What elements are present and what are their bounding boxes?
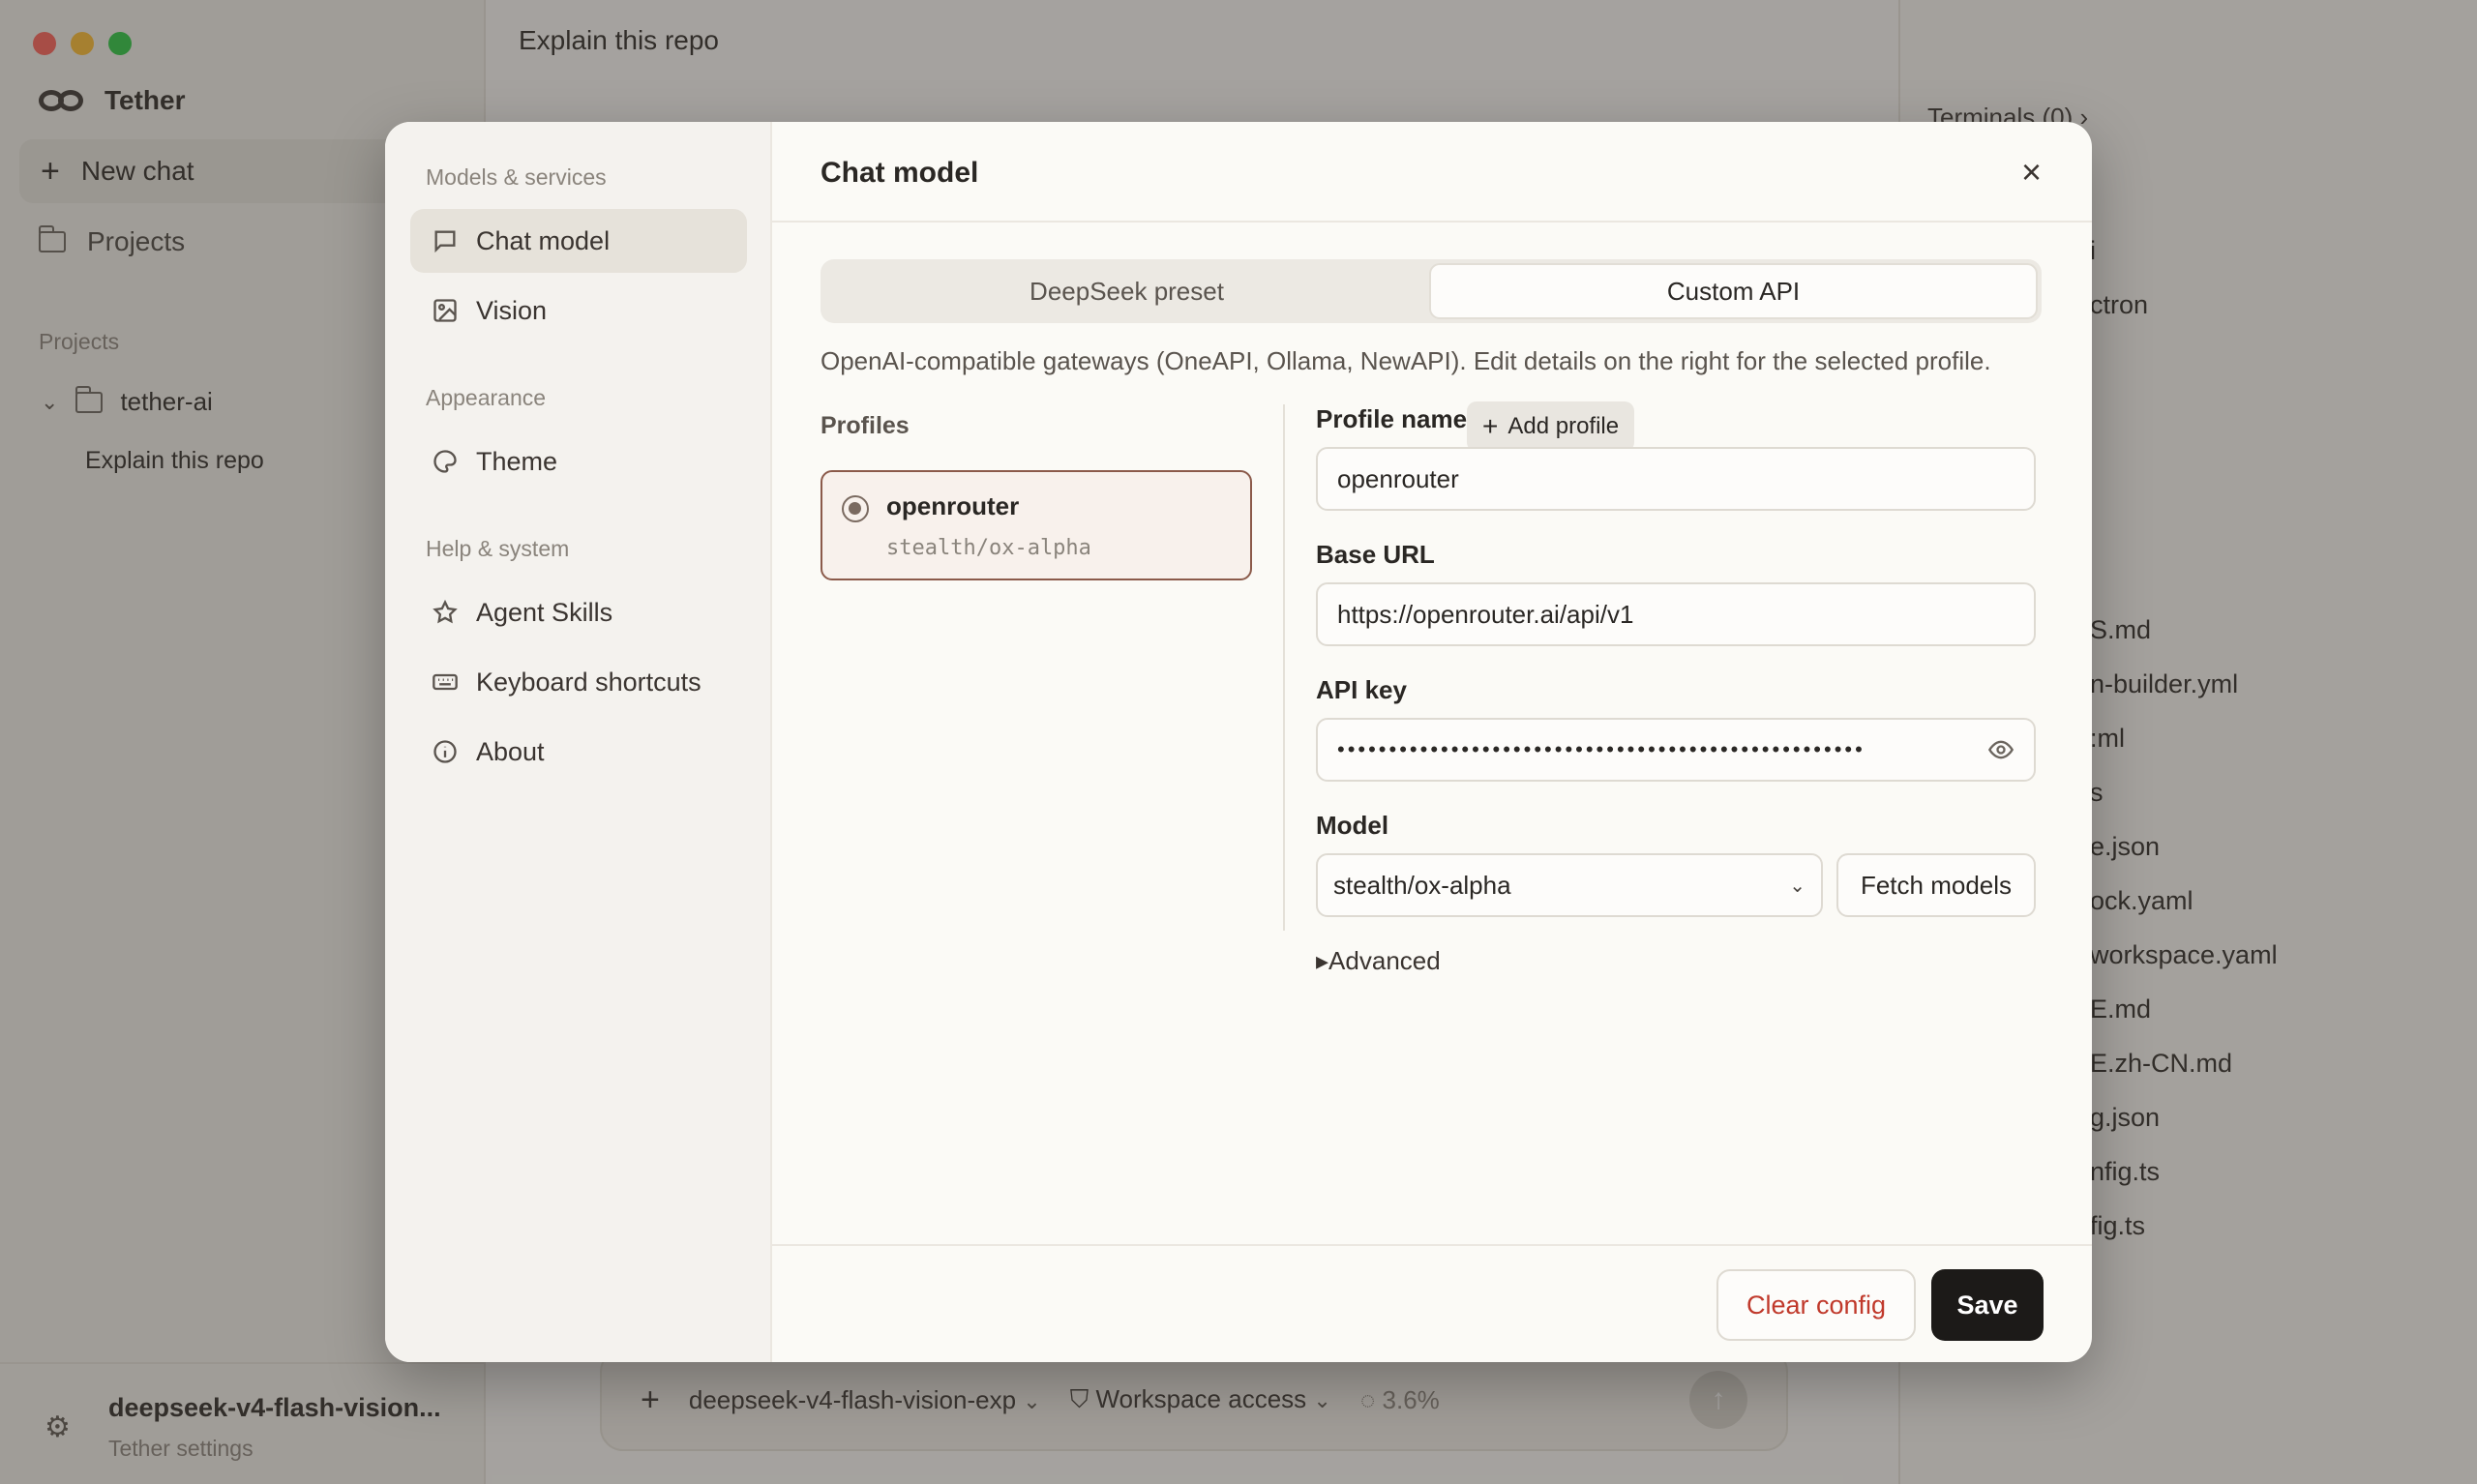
star-icon [432,599,459,626]
palette-icon [432,448,459,475]
nav-item-label: Theme [476,446,558,476]
modal-footer: Clear config Save [772,1244,2092,1362]
image-icon [432,297,459,324]
model-select[interactable]: stealth/ox-alpha ⌄ [1316,853,1823,917]
keyboard-icon [432,668,459,696]
profile-card-openrouter[interactable]: openrouter stealth/ox-alpha [821,470,1252,580]
nav-item-label: Chat model [476,225,611,255]
provider-segmented-control: DeepSeek preset Custom API [821,259,2042,323]
profiles-label: Profiles [821,412,910,439]
custom-api-description: OpenAI-compatible gateways (OneAPI, Olla… [821,346,1991,375]
modal-header: Chat model × [772,122,2092,223]
chat-bubble-icon [432,227,459,254]
nav-section-models: Models & services [426,164,607,190]
clear-config-button[interactable]: Clear config [1716,1269,1916,1341]
nav-item-chat-model[interactable]: Chat model [410,209,747,273]
nav-item-vision[interactable]: Vision [410,279,747,342]
base-url-input[interactable]: https://openrouter.ai/api/v1 [1316,582,2036,646]
close-icon[interactable]: × [2021,155,2042,190]
nav-item-label: About [476,736,545,766]
nav-item-label: Keyboard shortcuts [476,667,701,697]
fetch-models-button[interactable]: Fetch models [1836,853,2036,917]
nav-item-label: Vision [476,295,548,325]
settings-content: Chat model × DeepSeek preset Custom API … [772,122,2092,1362]
plus-icon: + [1482,411,1499,441]
settings-nav: Models & services Chat model Vision Appe… [385,122,772,1362]
settings-modal: Models & services Chat model Vision Appe… [385,122,2092,1362]
profile-radio[interactable] [842,495,869,522]
info-icon [432,738,459,765]
nav-item-about[interactable]: About [410,720,747,784]
profile-name: openrouter [886,491,1020,520]
nav-item-agent-skills[interactable]: Agent Skills [410,580,747,644]
nav-section-help: Help & system [426,536,570,561]
column-divider [1283,404,1285,931]
nav-item-theme[interactable]: Theme [410,430,747,493]
tab-custom-api[interactable]: Custom API [1429,263,2038,319]
api-key-label: API key [1316,675,1407,704]
nav-item-keyboard-shortcuts[interactable]: Keyboard shortcuts [410,650,747,714]
add-profile-label: Add profile [1507,413,1620,439]
profile-name-label: Profile name [1316,404,1468,433]
modal-title: Chat model [821,157,979,189]
api-key-input[interactable]: ••••••••••••••••••••••••••••••••••••••••… [1316,718,2036,782]
model-label: Model [1316,811,1389,840]
nav-section-appearance: Appearance [426,385,547,410]
profile-name-input[interactable]: openrouter [1316,447,2036,511]
nav-item-label: Agent Skills [476,597,613,627]
profile-model: stealth/ox-alpha [886,536,1091,560]
advanced-toggle[interactable]: ▸Advanced [1316,946,1441,976]
base-url-label: Base URL [1316,540,1435,569]
chevron-down-icon: ⌄ [1789,875,1806,897]
save-button[interactable]: Save [1931,1269,2044,1341]
add-profile-button[interactable]: + Add profile [1467,401,1635,452]
eye-icon[interactable] [1987,736,2014,763]
tab-deepseek-preset[interactable]: DeepSeek preset [824,263,1429,319]
